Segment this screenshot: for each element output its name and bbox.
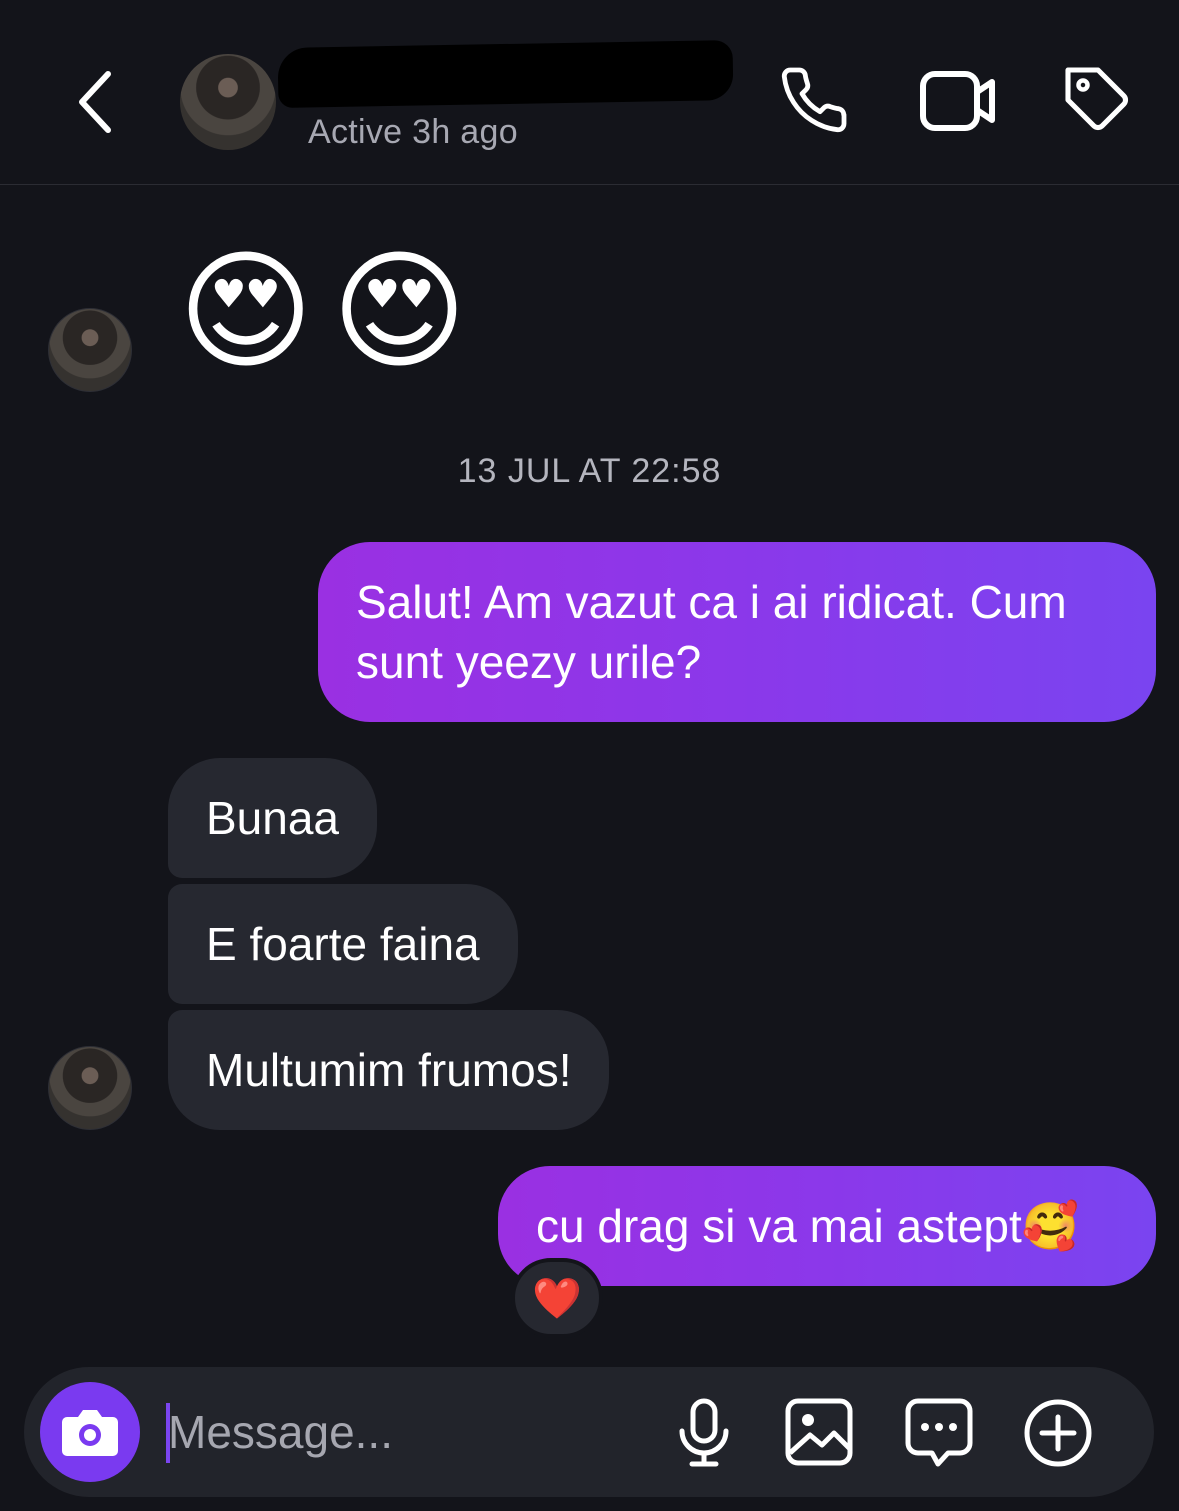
message-composer [24, 1367, 1154, 1497]
incoming-message[interactable]: E foarte faina [168, 884, 518, 1004]
video-camera-icon [920, 71, 995, 131]
outgoing-message[interactable]: Salut! Am vazut ca i ai ridicat. Cum sun… [318, 542, 1156, 722]
message-input[interactable] [168, 1397, 648, 1467]
sender-avatar[interactable] [48, 308, 132, 392]
heart-reaction[interactable]: ❤️ [511, 1258, 603, 1338]
chat-header: Active 3h ago [0, 0, 1179, 185]
contact-avatar[interactable] [180, 54, 276, 150]
microphone-icon [679, 1398, 729, 1467]
gallery-button[interactable] [784, 1397, 854, 1472]
plus-icon [1024, 1399, 1092, 1467]
incoming-message[interactable]: Bunaa [168, 758, 378, 878]
chat-screen: Active 3h ago 😍😍 13 JUL AT 22:58 Salut! … [0, 0, 1179, 1511]
sticker-button[interactable] [904, 1397, 974, 1474]
camera-button[interactable] [40, 1382, 140, 1482]
back-button[interactable] [70, 66, 126, 138]
tag-icon [1065, 67, 1128, 130]
call-button[interactable] [778, 64, 850, 141]
sender-avatar[interactable] [48, 1046, 132, 1130]
emoji-message[interactable]: 😍😍 [178, 236, 485, 386]
sticker-icon [905, 1398, 973, 1467]
more-options-button[interactable] [1022, 1397, 1094, 1474]
camera-icon [62, 1410, 118, 1456]
chevron-left-icon [79, 71, 111, 133]
gallery-icon [785, 1398, 853, 1466]
phone-icon [781, 67, 847, 133]
video-call-button[interactable] [918, 64, 998, 141]
message-timestamp: 13 JUL AT 22:58 [457, 452, 722, 490]
outgoing-message[interactable]: cu drag si va mai astept🥰 [498, 1166, 1156, 1286]
tag-button[interactable] [1062, 64, 1134, 141]
incoming-message[interactable]: Multumim frumos! [168, 1010, 610, 1130]
redacted-contact-name [277, 40, 734, 108]
voice-message-button[interactable] [674, 1397, 734, 1474]
active-status: Active 3h ago [308, 113, 518, 151]
